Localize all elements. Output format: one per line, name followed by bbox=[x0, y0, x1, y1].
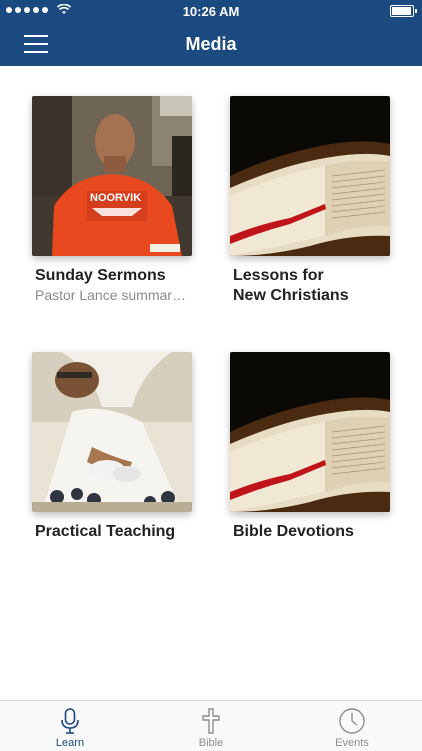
status-bar: 10:26 AM bbox=[0, 0, 422, 22]
sermon-thumbnail: NOORVIK bbox=[32, 96, 192, 256]
tab-label: Bible bbox=[198, 737, 224, 749]
media-card-practical-teaching[interactable]: Practical Teaching bbox=[32, 352, 194, 542]
tab-bible[interactable]: Bible bbox=[141, 701, 281, 751]
card-subtitle: Pastor Lance summar… bbox=[35, 287, 186, 303]
clock-icon bbox=[339, 708, 365, 734]
media-card-sunday-sermons[interactable]: NOORVIK Sunday Sermons Pastor Lance summ… bbox=[32, 96, 194, 304]
media-grid: NOORVIK Sunday Sermons Pastor Lance summ… bbox=[0, 66, 422, 700]
bible-thumbnail bbox=[230, 352, 390, 512]
tab-events[interactable]: Events bbox=[282, 701, 422, 751]
svg-text:NOORVIK: NOORVIK bbox=[90, 192, 141, 204]
bible-thumbnail bbox=[230, 96, 390, 256]
media-card-bible-devotions[interactable]: Bible Devotions bbox=[230, 352, 392, 542]
microphone-icon bbox=[61, 708, 79, 734]
cross-icon bbox=[202, 708, 220, 734]
tab-learn[interactable]: Learn bbox=[0, 701, 140, 751]
page-title: Media bbox=[185, 34, 237, 54]
card-title: Lessons for New Christians bbox=[233, 267, 349, 304]
status-time: 10:26 AM bbox=[182, 4, 240, 19]
tab-bar: Learn Bible Events bbox=[0, 700, 422, 751]
card-title: Sunday Sermons bbox=[35, 267, 166, 284]
nav-bar: Media bbox=[0, 22, 422, 66]
card-title: Bible Devotions bbox=[233, 523, 354, 540]
tab-label: Events bbox=[335, 737, 369, 749]
media-card-lessons[interactable]: Lessons for New Christians bbox=[230, 96, 392, 306]
teaching-thumbnail bbox=[32, 352, 192, 512]
tab-label: Learn bbox=[55, 737, 85, 749]
card-title: Practical Teaching bbox=[35, 523, 176, 540]
battery-icon bbox=[390, 5, 417, 17]
